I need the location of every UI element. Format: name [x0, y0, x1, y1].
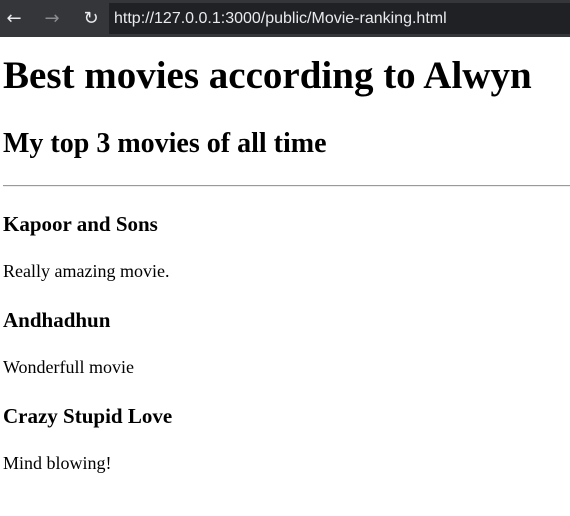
- movie-item: Andhadhun Wonderfull movie: [3, 308, 570, 378]
- page-subtitle: My top 3 movies of all time: [3, 128, 327, 159]
- reload-icon[interactable]: ↻: [79, 7, 103, 31]
- movie-title: Crazy Stupid Love: [3, 404, 173, 428]
- browser-toolbar: ← → ↻ http://127.0.0.1:3000/public/Movie…: [0, 0, 570, 37]
- url-text: http://127.0.0.1:3000/public/Movie-ranki…: [114, 9, 447, 27]
- movie-review: Mind blowing!: [3, 453, 112, 473]
- movie-title: Andhadhun: [3, 308, 111, 332]
- page-content: Best movies according to Alwyn My top 3 …: [0, 55, 570, 474]
- forward-arrow-icon[interactable]: →: [40, 7, 64, 31]
- divider: [3, 185, 570, 187]
- movie-item: Kapoor and Sons Really amazing movie.: [3, 212, 570, 282]
- address-bar[interactable]: http://127.0.0.1:3000/public/Movie-ranki…: [109, 3, 570, 34]
- movie-item: Crazy Stupid Love Mind blowing!: [3, 404, 570, 474]
- page-title: Best movies according to Alwyn: [3, 54, 532, 97]
- movie-review: Really amazing movie.: [3, 261, 170, 281]
- movie-title: Kapoor and Sons: [3, 212, 158, 236]
- movie-review: Wonderfull movie: [3, 357, 135, 377]
- back-arrow-icon[interactable]: ←: [2, 7, 26, 31]
